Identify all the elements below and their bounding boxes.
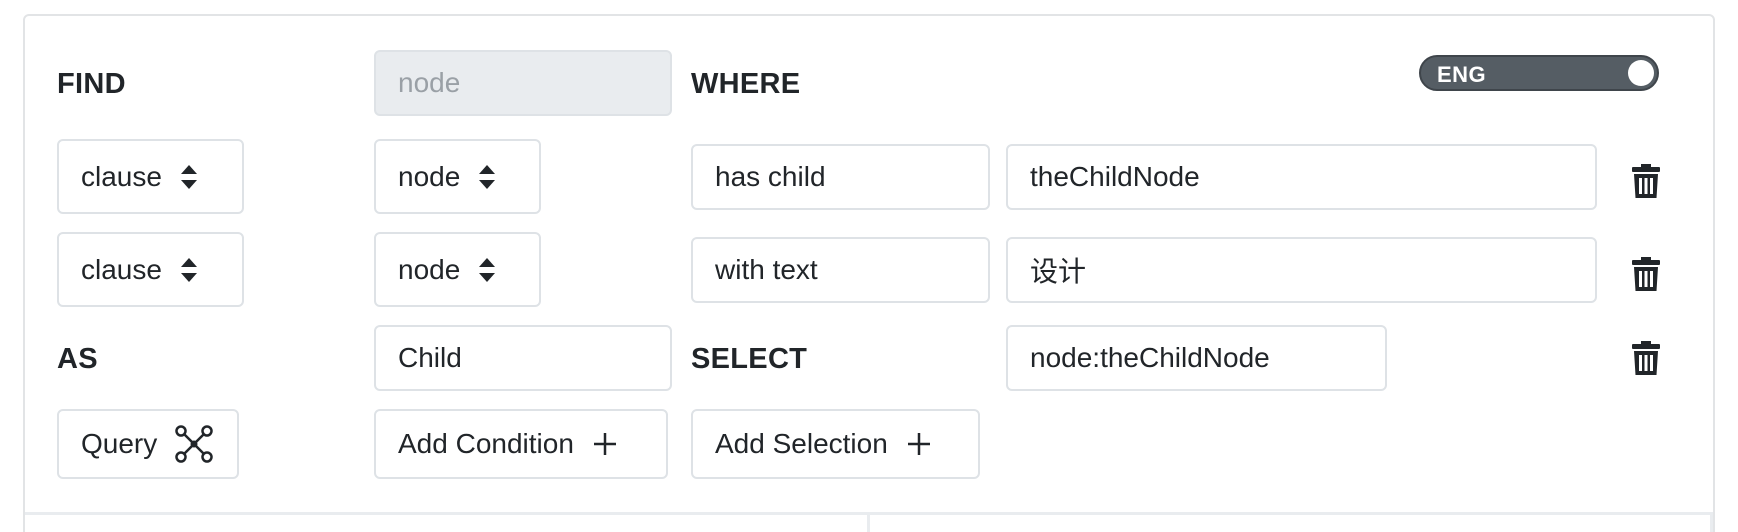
add-selection-button[interactable]: Add Selection: [691, 409, 980, 479]
add-condition-button[interactable]: Add Condition: [374, 409, 668, 479]
as-input[interactable]: Child: [374, 325, 672, 391]
condition-value: 设计: [1030, 256, 1087, 287]
query-button[interactable]: Query: [57, 409, 239, 479]
condition-value: theChildNode: [1030, 161, 1200, 192]
updown-arrows-icon: [180, 256, 198, 284]
toggle-knob: [1628, 60, 1654, 86]
add-selection-label: Add Selection: [715, 428, 888, 459]
trash-icon[interactable]: [1631, 163, 1661, 199]
plus-icon: [592, 431, 618, 457]
where-label: WHERE: [691, 68, 801, 100]
find-input[interactable]: node: [374, 50, 672, 116]
clause-select-1[interactable]: clause: [57, 139, 244, 214]
node-select-2[interactable]: node: [374, 232, 541, 307]
condition-value-input-1[interactable]: theChildNode: [1006, 144, 1597, 210]
add-condition-label: Add Condition: [398, 428, 574, 459]
results-panel-left: [25, 512, 870, 532]
trash-icon[interactable]: [1631, 256, 1661, 292]
clause-select-2[interactable]: clause: [57, 232, 244, 307]
as-input-value: Child: [398, 342, 462, 373]
node-select-value: node: [398, 160, 461, 192]
predicate-value: with text: [715, 254, 818, 285]
language-toggle[interactable]: ENG: [1419, 55, 1659, 91]
predicate-input-2[interactable]: with text: [691, 237, 990, 303]
updown-arrows-icon: [180, 163, 198, 191]
updown-arrows-icon: [478, 256, 496, 284]
find-input-placeholder: node: [398, 67, 461, 98]
node-select-value: node: [398, 253, 461, 285]
as-label: AS: [57, 343, 98, 375]
trash-icon[interactable]: [1631, 340, 1661, 376]
results-panel-right: [870, 512, 1713, 532]
selection-input[interactable]: node:theChildNode: [1006, 325, 1387, 391]
find-label: FIND: [57, 68, 126, 100]
clause-select-value: clause: [81, 160, 162, 192]
plus-icon: [906, 431, 932, 457]
query-button-label: Query: [81, 428, 158, 459]
language-toggle-label: ENG: [1437, 62, 1487, 87]
updown-arrows-icon: [478, 163, 496, 191]
predicate-input-1[interactable]: has child: [691, 144, 990, 210]
graph-nodes-icon: [175, 425, 213, 463]
clause-select-value: clause: [81, 253, 162, 285]
predicate-value: has child: [715, 161, 826, 192]
node-select-1[interactable]: node: [374, 139, 541, 214]
select-label: SELECT: [691, 343, 808, 375]
selection-value: node:theChildNode: [1030, 342, 1270, 373]
condition-value-input-2[interactable]: 设计: [1006, 237, 1597, 303]
